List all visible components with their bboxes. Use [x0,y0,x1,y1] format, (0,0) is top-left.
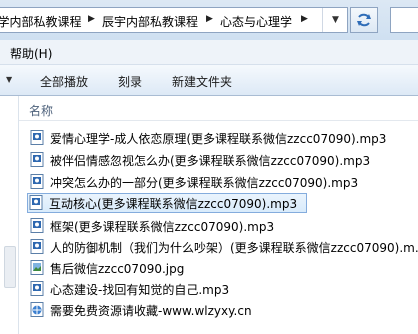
column-header: 名称 [19,96,418,121]
file-name: 冲突怎么办的一部分(更多课程联系微信zzcc07090).mp3 [50,176,359,190]
navigation-pane[interactable] [0,96,19,334]
url-file-icon [30,302,44,317]
file-name: 框架(更多课程联系微信zzcc07090).mp3 [50,220,275,234]
refresh-button[interactable] [350,7,378,33]
new-folder-button[interactable]: 新建文件夹 [172,73,232,90]
breadcrumb-current[interactable]: 心态与心理学 [220,13,292,30]
jpg-file-icon [30,260,44,275]
mp3-file-icon [30,174,44,189]
play-all-button[interactable]: 全部播放 [40,73,88,90]
file-name: 心态建设-找回有知觉的自己.mp3 [50,283,230,297]
breadcrumb-course[interactable]: 辰宇内部私教课程 [102,13,198,30]
file-name: 被伴侣情感忽视怎么办(更多课程联系微信zzcc07090).mp3 [50,154,371,168]
menu-bar: 帮助(H) [0,40,418,65]
file-name: 人的防御机制（我们为什么吵架）(更多课程联系微信zzcc07090).m... [50,241,418,255]
breadcrumb-separator-icon[interactable]: ▶ [88,14,95,24]
file-row-selected[interactable]: 互动核心(更多课程联系微信zzcc07090).mp3 [27,193,307,213]
mp3-file-icon [30,218,44,233]
file-row[interactable]: 冲突怎么办的一部分(更多课程联系微信zzcc07090).mp3 [28,172,418,192]
file-name: 爱情心理学-成人依恋原理(更多课程联系微信zzcc07090).mp3 [50,132,387,146]
nav-scrollbar-thumb[interactable] [4,246,16,288]
search-input[interactable] [390,7,418,33]
file-row[interactable]: 需要免费资源请收藏-www.wlzyxy.cn [28,300,418,320]
address-bar-strip: ...学内部私教课程 ▶ 辰宇内部私教课程 ▶ 心态与心理学 ▶ ▼ [0,0,418,40]
file-row[interactable]: 心态建设-找回有知觉的自己.mp3 [28,279,418,299]
file-row[interactable]: 人的防御机制（我们为什么吵架）(更多课程联系微信zzcc07090).m... [28,237,418,257]
column-name-header[interactable]: 名称 [29,102,53,119]
file-row[interactable]: 被伴侣情感忽视怎么办(更多课程联系微信zzcc07090).mp3 [28,150,418,170]
mp3-file-icon [29,195,43,210]
file-name: 售后微信zzcc07090.jpg [50,262,185,276]
file-row[interactable]: 爱情心理学-成人依恋原理(更多课程联系微信zzcc07090).mp3 [28,128,418,148]
mp3-file-icon [30,152,44,167]
breadcrumb-separator-icon[interactable]: ▶ [301,14,308,24]
mp3-file-icon [30,130,44,145]
file-row[interactable]: 框架(更多课程联系微信zzcc07090).mp3 [28,216,418,236]
mp3-file-icon [30,239,44,254]
breadcrumb-parent[interactable]: ...学内部私教课程 [0,13,81,30]
file-name: 互动核心(更多课程联系微信zzcc07090).mp3 [49,197,298,211]
file-row[interactable]: 售后微信zzcc07090.jpg [28,258,418,278]
breadcrumb-separator-icon[interactable]: ▶ [206,14,213,24]
refresh-icon [357,13,371,27]
file-name: 需要免费资源请收藏-www.wlzyxy.cn [50,304,252,318]
address-bar[interactable]: ...学内部私教课程 ▶ 辰宇内部私教课程 ▶ 心态与心理学 ▶ ▼ [0,7,348,33]
menu-help[interactable]: 帮助(H) [10,45,52,62]
command-bar: ▼ 全部播放 刻录 新建文件夹 [0,65,418,96]
burn-button[interactable]: 刻录 [118,73,142,90]
organize-dropdown-icon[interactable]: ▼ [6,75,12,84]
mp3-file-icon [30,281,44,296]
address-dropdown-icon[interactable]: ▼ [322,8,348,32]
